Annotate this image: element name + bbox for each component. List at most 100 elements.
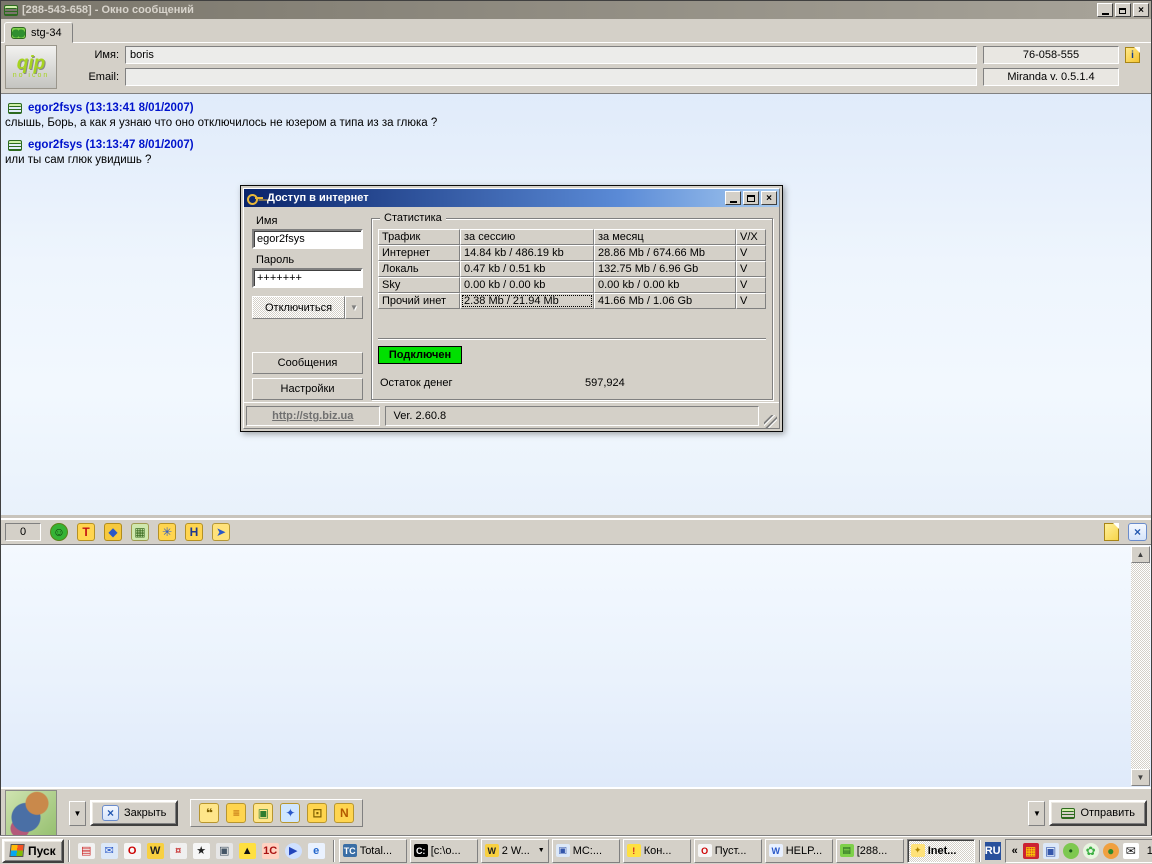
quick-action-button[interactable]: ⊡	[307, 803, 327, 823]
stats-session: 2.38 Mb / 21.94 Mb	[464, 295, 559, 307]
compose-input[interactable]: ▲ ▼	[1, 544, 1151, 787]
quick-action-button[interactable]: ≡	[226, 803, 246, 823]
tab-stg-34[interactable]: stg-34	[4, 22, 73, 43]
taskbar-window-button[interactable]: C: [c:\o... ▼	[410, 839, 478, 863]
email-field[interactable]	[125, 68, 977, 86]
uin-field[interactable]: 76-058-555	[983, 46, 1119, 64]
quick-action-button[interactable]: N	[334, 803, 354, 823]
restore-button[interactable]	[1115, 3, 1131, 17]
site-link[interactable]: http://stg.biz.ua	[272, 410, 353, 422]
compose-scrollbar[interactable]: ▲ ▼	[1131, 546, 1150, 786]
stats-cell-flag[interactable]: V	[736, 245, 766, 261]
user-avatar	[5, 790, 57, 836]
stats-cell-flag[interactable]: V	[736, 293, 766, 309]
taskbar-window-button[interactable]: ▣ MC:... ▼	[552, 839, 620, 863]
compose-toolbar-button[interactable]: ☺	[50, 523, 68, 541]
messages-button[interactable]: Сообщения	[252, 352, 363, 374]
tray-icon[interactable]: ✿	[1083, 843, 1099, 859]
stats-cell-session[interactable]: 0.47 kb / 0.51 kb	[460, 261, 594, 277]
taskbar-window-button[interactable]: O Пуст... ▼	[694, 839, 762, 863]
taskbar-window-button[interactable]: ✦ Inet... ▼	[907, 839, 975, 863]
quick-launch-icon[interactable]: ▣	[216, 843, 233, 859]
scroll-track[interactable]	[1131, 563, 1150, 769]
stats-session: 14.84 kb / 486.19 kb	[464, 247, 564, 259]
dialog-minimize-button[interactable]	[725, 191, 741, 205]
quick-action-button[interactable]: ▣	[253, 803, 273, 823]
quick-launch-icon[interactable]: 1С	[262, 843, 279, 859]
stats-cell-flag[interactable]: V	[736, 277, 766, 293]
quick-launch-icon[interactable]: ▲	[239, 843, 256, 859]
quick-launch-icon[interactable]: W	[147, 843, 164, 859]
tray-expand-button[interactable]: «	[1012, 845, 1018, 857]
resize-grip[interactable]	[764, 415, 777, 428]
stats-header-cell[interactable]: за сессию	[460, 229, 594, 245]
compose-toolbar-button[interactable]: ▦	[131, 523, 149, 541]
quick-launch-icon[interactable]: O	[124, 843, 141, 859]
taskbar-window-button[interactable]: TC Total... ▼	[339, 839, 407, 863]
stats-cell-name[interactable]: Интернет	[378, 245, 460, 261]
start-button[interactable]: Пуск	[2, 839, 64, 863]
dialog-close-button[interactable]: ×	[761, 191, 777, 205]
disconnect-button[interactable]: Отключиться	[252, 296, 345, 319]
settings-button[interactable]: Настройки	[252, 378, 363, 400]
close-chat-button[interactable]: × Закрыть	[90, 800, 178, 826]
tray-icon[interactable]: ▦	[1023, 843, 1039, 859]
close-compose-icon[interactable]: ×	[1128, 523, 1147, 541]
stats-cell-month[interactable]: 0.00 kb / 0.00 kb	[594, 277, 736, 293]
stats-cell-session[interactable]: 2.38 Mb / 21.94 Mb	[460, 293, 594, 309]
close-button[interactable]: ×	[1133, 3, 1149, 17]
stats-cell-name[interactable]: Локаль	[378, 261, 460, 277]
language-indicator[interactable]: RU	[985, 842, 1001, 860]
tray-icon[interactable]: ▣	[1043, 843, 1059, 859]
stats-cell-name[interactable]: Прочий инет	[378, 293, 460, 309]
tray-icon[interactable]: ●	[1103, 843, 1119, 859]
disconnect-dropdown[interactable]: ▼	[345, 296, 363, 319]
quick-launch-icon[interactable]: e	[308, 843, 325, 859]
login-input[interactable]: egor2fsys	[252, 229, 363, 249]
minimize-button[interactable]	[1097, 3, 1113, 17]
quick-action-button[interactable]: ❝	[199, 803, 219, 823]
dialog-titlebar[interactable]: Доступ в интернет ×	[244, 189, 779, 207]
stats-cell-name[interactable]: Sky	[378, 277, 460, 293]
new-page-icon[interactable]	[1104, 523, 1119, 541]
window-titlebar[interactable]: [288-543-658] - Окно сообщений ×	[1, 1, 1151, 19]
compose-toolbar-button[interactable]: H	[185, 523, 203, 541]
close-dropdown-button[interactable]: ▼	[69, 801, 86, 826]
send-dropdown-button[interactable]: ▼	[1028, 801, 1045, 826]
quick-launch-icon[interactable]: ▶	[285, 843, 302, 859]
dialog-maximize-button[interactable]	[743, 191, 759, 205]
scroll-down-button[interactable]: ▼	[1131, 769, 1150, 786]
stats-header-cell[interactable]: Трафик	[378, 229, 460, 245]
taskbar-window-button[interactable]: W HELP... ▼	[765, 839, 833, 863]
compose-toolbar-button[interactable]: ◆	[104, 523, 122, 541]
compose-toolbar-button[interactable]: ➤	[212, 523, 230, 541]
name-field[interactable]: boris	[125, 46, 977, 64]
quick-action-button[interactable]: ✦	[280, 803, 300, 823]
stats-cell-month[interactable]: 28.86 Mb / 674.66 Mb	[594, 245, 736, 261]
info-icon[interactable]: i	[1125, 47, 1140, 63]
taskbar-window-button[interactable]: ! Кон... ▼	[623, 839, 691, 863]
key-icon	[247, 194, 263, 203]
scroll-up-button[interactable]: ▲	[1131, 546, 1150, 563]
tray-icon[interactable]: ✉	[1123, 843, 1139, 859]
quick-launch-icon[interactable]: ¤	[170, 843, 187, 859]
compose-toolbar-button[interactable]: T	[77, 523, 95, 541]
compose-toolbar-button[interactable]: ✳	[158, 523, 176, 541]
icon-glyph: ¤	[175, 845, 181, 857]
stats-cell-flag[interactable]: V	[736, 261, 766, 277]
stats-header-cell[interactable]: за месяц	[594, 229, 736, 245]
quick-launch-icon[interactable]: ▤	[78, 843, 95, 859]
stats-name: Локаль	[382, 263, 419, 275]
tray-icon[interactable]: •	[1063, 843, 1079, 859]
quick-launch-icon[interactable]: ✉	[101, 843, 118, 859]
stats-header-cell[interactable]: V/X	[736, 229, 766, 245]
taskbar-window-button[interactable]: W 2 W... ▼	[481, 839, 549, 863]
send-button[interactable]: Отправить	[1049, 800, 1147, 826]
taskbar-window-button[interactable]: ▤ [288... ▼	[836, 839, 904, 863]
stats-cell-session[interactable]: 14.84 kb / 486.19 kb	[460, 245, 594, 261]
stats-cell-month[interactable]: 132.75 Mb / 6.96 Gb	[594, 261, 736, 277]
quick-launch-icon[interactable]: ★	[193, 843, 210, 859]
password-input[interactable]: +++++++	[252, 268, 363, 288]
stats-cell-month[interactable]: 41.66 Mb / 1.06 Gb	[594, 293, 736, 309]
stats-cell-session[interactable]: 0.00 kb / 0.00 kb	[460, 277, 594, 293]
